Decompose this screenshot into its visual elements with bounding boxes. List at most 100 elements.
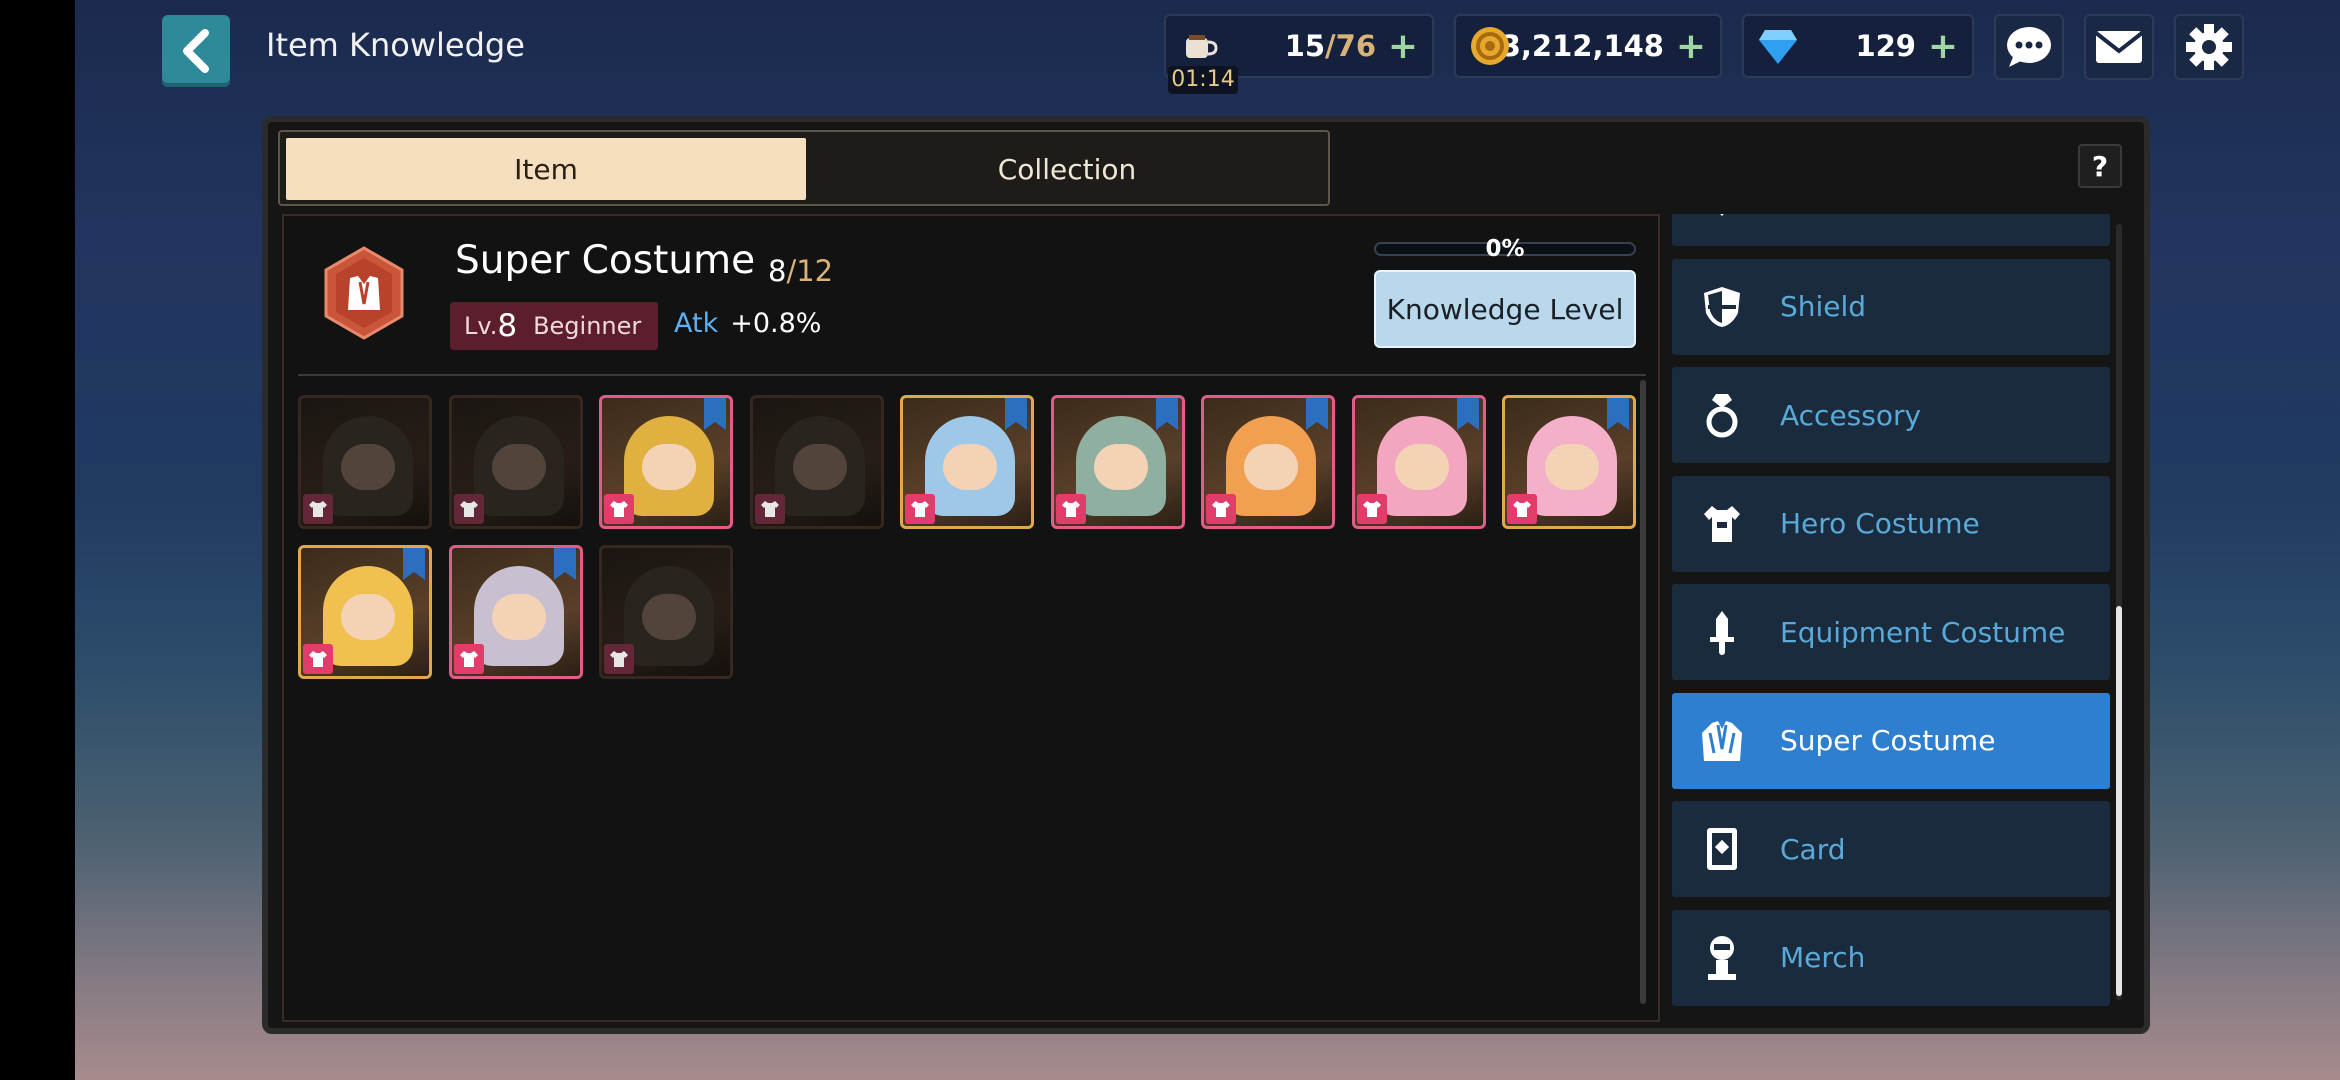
category-item-accessory[interactable]: Accessory (1672, 367, 2110, 463)
screen-edge (0, 0, 75, 1080)
level-badge: Lv. 8 Beginner (450, 302, 658, 350)
category-label: Super Costume (1780, 724, 1996, 757)
back-button[interactable] (162, 15, 230, 87)
gear-icon (2186, 24, 2232, 70)
stat-bonus: Atk +0.8% (674, 308, 821, 339)
character-face (491, 594, 546, 640)
category-scroll-thumb[interactable] (2116, 606, 2122, 996)
costume-slot[interactable] (900, 395, 1034, 529)
category-label: Merch (1780, 941, 1866, 974)
tab-bar: Item Collection (278, 130, 1330, 206)
diamond-icon (1756, 24, 1800, 68)
costume-slot[interactable] (599, 395, 733, 529)
bookmark-icon (1607, 398, 1629, 430)
gold-coin-icon (1468, 24, 1512, 68)
category-item-hero-costume[interactable]: Hero Costume (1672, 475, 2110, 572)
level-prefix: Lv. (464, 312, 498, 340)
category-label: Shield (1780, 290, 1867, 323)
bookmark-icon (403, 548, 425, 580)
mail-button[interactable] (2084, 14, 2154, 80)
character-face (1545, 444, 1599, 490)
bookmark-icon (1306, 398, 1328, 430)
costume-type-icon (453, 494, 484, 524)
chat-bubble-icon (2007, 27, 2051, 67)
category-item-card[interactable]: Card (1672, 801, 2110, 897)
suit-icon (1698, 717, 1746, 765)
category-item-super-costume[interactable]: Super Costume (1672, 692, 2110, 789)
stamina-timer: 01:14 (1168, 66, 1238, 94)
character-face (341, 444, 395, 490)
costume-type-icon (303, 494, 333, 524)
costume-slot[interactable] (1502, 395, 1636, 529)
character-face (1394, 444, 1449, 490)
costume-slot[interactable] (599, 545, 733, 679)
category-item-equipment-costume[interactable]: Equipment Costume (1672, 584, 2110, 680)
divider (298, 374, 1646, 376)
category-item-claw[interactable]: Claw (1672, 214, 2110, 246)
progress-percent: 0% (1485, 236, 1525, 262)
costume-type-icon (1356, 494, 1387, 524)
envelope-icon (2094, 31, 2144, 63)
category-title: Super Costume (455, 238, 756, 283)
costume-slot[interactable] (1351, 395, 1486, 529)
costume-type-icon (1206, 494, 1236, 524)
page-title: Item Knowledge (266, 26, 525, 64)
costume-type-icon (1055, 494, 1086, 524)
knowledge-level-button[interactable]: Knowledge Level (1374, 270, 1636, 348)
chat-button[interactable] (1994, 14, 2064, 80)
gold-counter[interactable]: 13,212,148 + (1454, 14, 1722, 78)
tab-item[interactable]: Item (286, 138, 806, 200)
costume-type-icon (303, 644, 333, 674)
add-gold-icon[interactable]: + (1676, 26, 1706, 67)
costume-type-icon (905, 494, 935, 524)
shirt-icon (1698, 500, 1746, 548)
costume-slot[interactable] (1201, 395, 1335, 529)
coffee-cup-icon (1178, 24, 1222, 68)
character-face (642, 444, 696, 490)
costume-type-icon (754, 494, 785, 524)
category-list: Claw Shield Accessory Hero Costume Equipment… (1666, 214, 2128, 1014)
category-item-shield[interactable]: Shield (1672, 258, 2110, 355)
costume-slot[interactable] (448, 395, 583, 529)
costume-slot[interactable] (448, 545, 583, 679)
stamina-max: /76 (1325, 29, 1376, 63)
stat-value: +0.8% (730, 308, 822, 339)
shield-icon (1698, 283, 1746, 331)
character-face (792, 444, 847, 490)
bookmark-icon (1155, 398, 1178, 430)
stat-label: Atk (674, 308, 719, 339)
costume-slot[interactable] (749, 395, 884, 529)
super-costume-badge-icon (324, 246, 404, 340)
card-icon (1698, 825, 1746, 873)
tab-collection[interactable]: Collection (810, 138, 1324, 200)
character-face (1244, 444, 1298, 490)
add-stamina-icon[interactable]: + (1388, 26, 1418, 67)
chevron-left-icon (183, 29, 209, 73)
settings-button[interactable] (2174, 14, 2244, 80)
merch-icon (1698, 934, 1746, 982)
character-face (341, 594, 395, 640)
category-label: Claw (1780, 214, 1847, 215)
claw-icon (1698, 214, 1746, 222)
grid-scrollbar[interactable] (1640, 380, 1646, 1004)
ring-icon (1698, 391, 1746, 439)
level-number: 8 (497, 308, 518, 344)
category-label: Card (1780, 832, 1846, 866)
add-gem-icon[interactable]: + (1928, 26, 1958, 67)
category-item-merch[interactable]: Merch (1672, 909, 2110, 1006)
character-face (1093, 444, 1148, 490)
costume-type-icon (1507, 494, 1537, 524)
bookmark-icon (704, 398, 726, 430)
category-label: Hero Costume (1780, 507, 1980, 540)
gem-amount: 129 (1855, 29, 1916, 63)
gem-counter[interactable]: 129 + (1742, 14, 1974, 78)
costume-slot[interactable] (1050, 395, 1185, 529)
costume-type-icon (604, 644, 634, 674)
costume-slot[interactable] (298, 395, 432, 529)
stamina-current: 15 (1284, 29, 1326, 63)
level-rank: Beginner (533, 312, 642, 340)
costume-slot[interactable] (298, 545, 432, 679)
bookmark-icon (1005, 398, 1027, 430)
sword-icon (1698, 608, 1746, 656)
help-button[interactable]: ? (2078, 144, 2122, 188)
